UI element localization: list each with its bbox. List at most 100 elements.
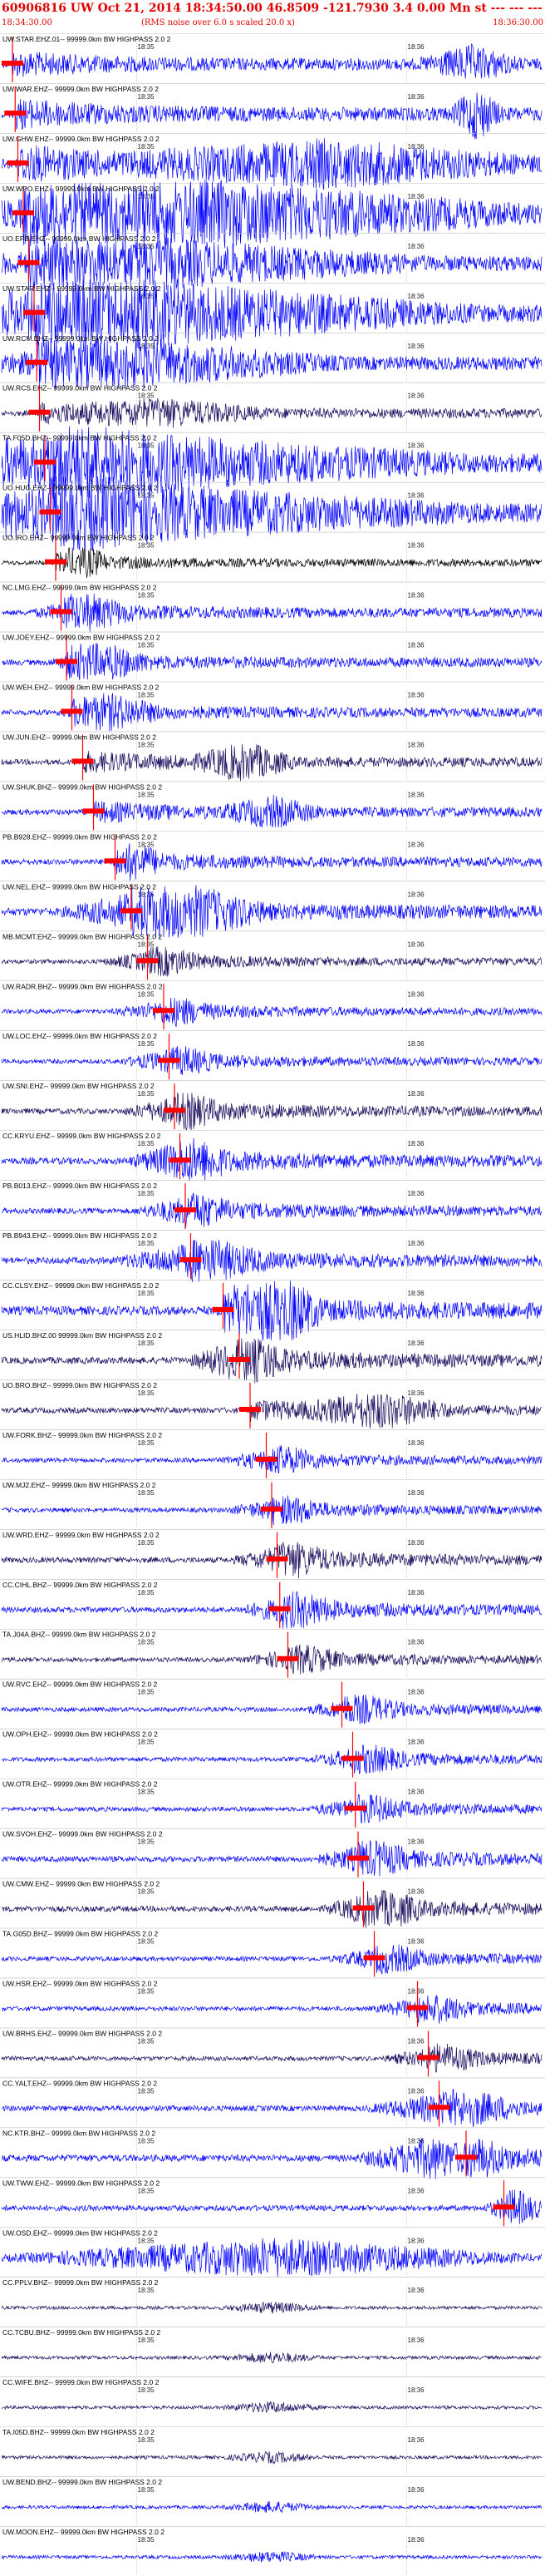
pick-marker xyxy=(266,1556,288,1562)
time-tick-label: 18:35 xyxy=(138,542,155,550)
waveform-trace xyxy=(1,43,543,79)
channel-label: UW.CMW.EHZ-- 99999.0km BW HIGHPASS 2.0 2 xyxy=(2,1880,160,1888)
channel-label: TA.F05D.BHZ-- 99999.0km BW HIGHPASS 2.0 … xyxy=(2,434,157,442)
channel-label: UW.GHW.EHZ-- 99999.0km BW HIGHPASS 2.0 2 xyxy=(2,135,160,143)
time-tick-label: 18:36 xyxy=(408,93,425,101)
time-tick-label: 18:36 xyxy=(408,193,425,200)
time-tick-label: 18:36 xyxy=(408,891,425,898)
channel-36: 18:35 18:36 UW.SVOH.EHZ-- 99999.0km BW HIG… xyxy=(0,1828,545,1878)
channel-46: 18:35 18:36 CC.TCBU.BHZ-- 99999.0km BW HIG… xyxy=(0,2327,545,2376)
time-tick-label: 18:35 xyxy=(138,1589,155,1596)
end-time-label: 18:36:30.00 xyxy=(493,18,543,27)
time-tick-label: 18:35 xyxy=(138,2037,155,2045)
time-tick-label: 18:35 xyxy=(138,2486,155,2494)
time-tick-label: 18:35 xyxy=(138,1389,155,1397)
pick-marker xyxy=(268,1606,291,1611)
pick-marker xyxy=(261,1506,282,1512)
channel-0: 18:35 18:36 UW.STAR.EHZ.01-- 99999.0km BW … xyxy=(0,33,545,82)
waveform-trace xyxy=(1,1137,543,1182)
channel-34: 18:35 18:36 UW.OPH.EHZ-- 99999.0km BW HIGH… xyxy=(0,1728,545,1778)
waveform-trace xyxy=(1,2351,543,2364)
pick-marker xyxy=(363,1955,385,1961)
channel-label: UW.SHUK.BHZ-- 99999.0km BW HIGHPASS 2.0 … xyxy=(2,782,162,791)
time-tick-label: 18:35 xyxy=(138,642,155,649)
time-tick-label: 18:35 xyxy=(138,741,155,748)
channel-11: 18:35 18:36 NC.LMG.EHZ-- 99999.0km BW HIGH… xyxy=(0,581,545,632)
channel-label: UW.WAR.EHZ-- 99999.0km BW HIGHPASS 2.0 2 xyxy=(2,85,159,93)
start-time-label: 18:34:30.00 xyxy=(2,18,52,27)
waveform-trace xyxy=(1,1944,543,1975)
time-tick-label: 18:35 xyxy=(138,1290,155,1297)
waveform-trace xyxy=(1,2189,543,2224)
waveform-trace xyxy=(1,1046,543,1076)
channel-40: 18:35 18:36 UW.BRHS.EHZ-- 99999.0km BW HIG… xyxy=(0,2027,545,2077)
pick-marker xyxy=(493,2204,515,2210)
channel-label: CC.WIFE.BHZ-- 99999.0km BW HIGHPASS 2.0 … xyxy=(2,2378,160,2386)
time-tick-label: 18:35 xyxy=(138,143,155,151)
event-title: 60906816 UW Oct 21, 2014 18:34:50.00 46.… xyxy=(2,2,545,15)
channel-label: UW.WPO.EHZ-- 99999.0km BW HIGHPASS 2.0 2 xyxy=(2,185,160,193)
time-tick-label: 18:36 xyxy=(408,2137,425,2144)
time-tick-label: 18:36 xyxy=(408,2287,425,2294)
pick-marker xyxy=(153,1008,174,1014)
channel-label: UW.RCS.EHZ-- 99999.0km BW HIGHPASS 2.0 2 xyxy=(2,384,158,392)
time-tick-label: 18:36 xyxy=(408,2536,425,2544)
time-tick-label: 18:36 xyxy=(408,2087,425,2095)
time-tick-label: 18:36 xyxy=(408,1140,425,1147)
pick-marker xyxy=(23,309,45,315)
waveform-trace xyxy=(1,547,543,579)
pick-marker xyxy=(56,659,77,664)
time-tick-label: 18:36 xyxy=(408,392,425,400)
time-tick-label: 18:35 xyxy=(138,2386,155,2394)
channel-41: 18:35 18:36 CC.YALT.EHZ-- 99999.0km BW HIG… xyxy=(0,2077,545,2128)
pick-marker xyxy=(120,908,142,914)
time-tick-label: 18:36 xyxy=(408,1190,425,1197)
pick-marker xyxy=(104,858,126,864)
pick-marker xyxy=(455,2154,477,2160)
time-tick-label: 18:35 xyxy=(138,592,155,600)
time-tick-label: 18:35 xyxy=(138,2237,155,2244)
time-tick-label: 18:35 xyxy=(138,1040,155,1048)
channel-label: UO.HUG.EHZ-- 99999.0km BW HIGHPASS 2.0 2 xyxy=(2,484,158,492)
channel-13: 18:35 18:36 UW.WEH.EHZ-- 99999.0km BW HIGH… xyxy=(0,681,545,732)
waveform-trace xyxy=(1,1694,543,1725)
time-tick-label: 18:36 xyxy=(408,2436,425,2444)
pick-marker xyxy=(352,1905,375,1911)
channel-50: 18:35 18:36 UW.MOON.EHZ-- 99999.0km BW HIG… xyxy=(0,2526,545,2574)
waveform-trace xyxy=(1,2450,543,2465)
pick-marker xyxy=(28,409,51,415)
channel-label: UW.FORK.BHZ-- 99999.0km BW HIGHPASS 2.0 … xyxy=(2,1431,162,1439)
channel-14: 18:35 18:36 UW.JUN.EHZ-- 99999.0km BW HIGH… xyxy=(0,731,545,782)
channel-19: 18:35 18:36 UW.RADR.BHZ-- 99999.0km BW HIG… xyxy=(0,980,545,1030)
channel-12: 18:35 18:36 UW.JOEY.EHZ-- 99999.0km BW HIG… xyxy=(0,631,545,681)
channel-label: UW.BRHS.EHZ-- 99999.0km BW HIGHPASS 2.0 … xyxy=(2,2029,162,2037)
time-tick-label: 18:36 xyxy=(408,343,425,350)
time-tick-label: 18:35 xyxy=(138,1090,155,1098)
waveform-trace xyxy=(1,2500,543,2513)
time-tick-label: 18:36 xyxy=(408,1689,425,1696)
time-tick-label: 18:36 xyxy=(408,2187,425,2194)
channel-1: 18:35 18:36 UW.WAR.EHZ-- 99999.0km BW HIGH… xyxy=(0,83,545,140)
time-tick-label: 18:35 xyxy=(138,940,155,948)
time-tick-label: 18:36 xyxy=(408,1489,425,1497)
channel-label: CC.CLSY.EHZ-- 99999.0km BW HIGHPASS 2.0 … xyxy=(2,1281,159,1290)
waveform-trace xyxy=(1,2551,543,2563)
channel-label: UW.RVC.EHZ-- 99999.0km BW HIGHPASS 2.0 2 xyxy=(2,1680,158,1689)
waveform-trace xyxy=(1,593,543,632)
channel-28: 18:35 18:36 UW.FORK.BHZ-- 99999.0km BW HIG… xyxy=(0,1429,545,1478)
time-tick-label: 18:36 xyxy=(408,1240,425,1247)
pick-marker xyxy=(26,359,48,365)
pick-marker xyxy=(34,459,56,465)
waveform-trace xyxy=(1,843,543,881)
channel-29: 18:35 18:36 UW.MJ2.EHZ-- 99999.0km BW HIGH… xyxy=(0,1479,545,1528)
waveform-trace xyxy=(1,2043,543,2073)
time-tick-label: 18:35 xyxy=(138,1938,155,1946)
channel-label: UW.WRD.EHZ-- 99999.0km BW HIGHPASS 2.0 2 xyxy=(2,1531,160,1539)
channel-47: 18:35 18:36 CC.WIFE.BHZ-- 99999.0km BW HIG… xyxy=(0,2376,545,2425)
time-tick-label: 18:35 xyxy=(138,1888,155,1896)
channel-label: UW.HSR.EHZ-- 99999.0km BW HIGHPASS 2.0 2 xyxy=(2,1979,158,1987)
waveform-trace xyxy=(1,1338,543,1384)
channel-label: CC.CIHL.BHZ-- 99999.0km BW HIGHPASS 2.0 … xyxy=(2,1581,158,1589)
channel-label: UW.NEL.EHZ-- 99999.0km BW HIGHPASS 2.0 2 xyxy=(2,882,156,891)
channel-2: 18:35 18:36UW.GHW.EHZ-- 99999.0km BW HIGH… xyxy=(0,133,545,190)
